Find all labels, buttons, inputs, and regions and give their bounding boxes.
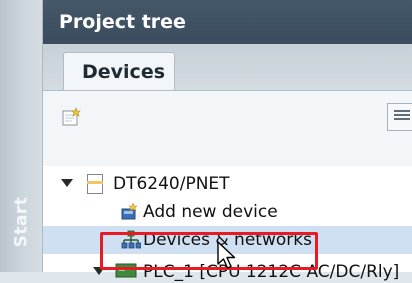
panel-title-bar: Project tree — [43, 0, 412, 44]
project-document-icon — [87, 174, 103, 194]
start-label-container: Start — [4, 192, 38, 252]
start-sidebar[interactable]: Start — [0, 0, 43, 272]
expand-triangle-icon[interactable] — [61, 179, 73, 187]
tree-item-label: Add new device — [143, 202, 278, 222]
new-item-icon[interactable] — [61, 107, 83, 127]
toolbar-separator — [43, 142, 412, 167]
tab-devices-label: Devices — [82, 61, 166, 83]
tree-item-add-new-device[interactable]: Add new device — [43, 198, 412, 226]
panel-title: Project tree — [59, 11, 186, 33]
mouse-pointer-icon — [215, 241, 239, 271]
list-view-icon[interactable] — [387, 103, 412, 131]
tree-item-project[interactable]: DT6240/PNET — [43, 170, 412, 198]
start-label: Start — [11, 196, 32, 248]
tab-devices[interactable]: Devices — [63, 52, 175, 93]
highlight-box — [100, 232, 318, 270]
toolbar — [43, 90, 412, 143]
tree-item-label: DT6240/PNET — [113, 174, 230, 194]
add-device-icon — [121, 202, 139, 220]
